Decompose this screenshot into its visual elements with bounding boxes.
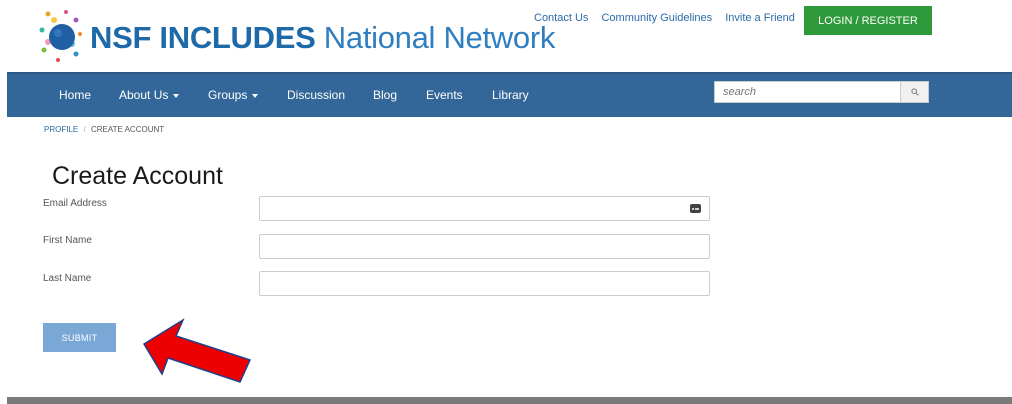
email-field[interactable] xyxy=(259,196,710,221)
nav-library[interactable]: Library xyxy=(492,88,529,102)
last-name-label: Last Name xyxy=(43,273,92,284)
invite-friend-link[interactable]: Invite a Friend xyxy=(725,12,795,24)
breadcrumb-profile-link[interactable]: PROFILE xyxy=(44,125,78,134)
breadcrumb-current: CREATE ACCOUNT xyxy=(90,125,165,134)
nav-groups[interactable]: Groups xyxy=(208,88,259,102)
search-button[interactable] xyxy=(900,81,929,103)
email-label: Email Address xyxy=(43,198,107,209)
footer-bar xyxy=(7,397,1012,404)
contact-us-link[interactable]: Contact Us xyxy=(534,12,588,24)
nav-blog[interactable]: Blog xyxy=(373,88,397,102)
logo-text-bold: NSF INCLUDES xyxy=(90,20,316,55)
search-input[interactable] xyxy=(714,81,900,103)
breadcrumb: PROFILE / CREATE ACCOUNT xyxy=(44,125,164,134)
login-register-button[interactable]: LOGIN / REGISTER xyxy=(804,6,932,35)
last-name-field[interactable] xyxy=(259,271,710,296)
logo-burst-icon xyxy=(39,10,82,62)
nav-events[interactable]: Events xyxy=(426,88,463,102)
first-name-field[interactable] xyxy=(259,234,710,259)
page-title: Create Account xyxy=(52,162,223,190)
community-guidelines-link[interactable]: Community Guidelines xyxy=(601,12,712,24)
red-arrow-icon xyxy=(142,318,252,383)
search-icon xyxy=(910,88,919,96)
top-links: Contact Us Community Guidelines Invite a… xyxy=(534,12,805,24)
site-logo[interactable]: NSF INCLUDES National Network xyxy=(36,8,555,66)
logo-text-light: National Network xyxy=(323,20,556,55)
submit-button[interactable]: SUBMIT xyxy=(43,323,116,352)
nav-about-us[interactable]: About Us xyxy=(119,88,180,102)
password-manager-icon[interactable] xyxy=(690,204,701,213)
first-name-label: First Name xyxy=(43,235,92,246)
nav-home[interactable]: Home xyxy=(59,88,91,102)
nav-discussion[interactable]: Discussion xyxy=(287,88,345,102)
breadcrumb-separator: / xyxy=(83,125,86,134)
chevron-down-icon xyxy=(252,93,259,98)
nav-about-us-label: About Us xyxy=(119,88,169,102)
chevron-down-icon xyxy=(173,93,180,98)
nav-groups-label: Groups xyxy=(208,88,248,102)
